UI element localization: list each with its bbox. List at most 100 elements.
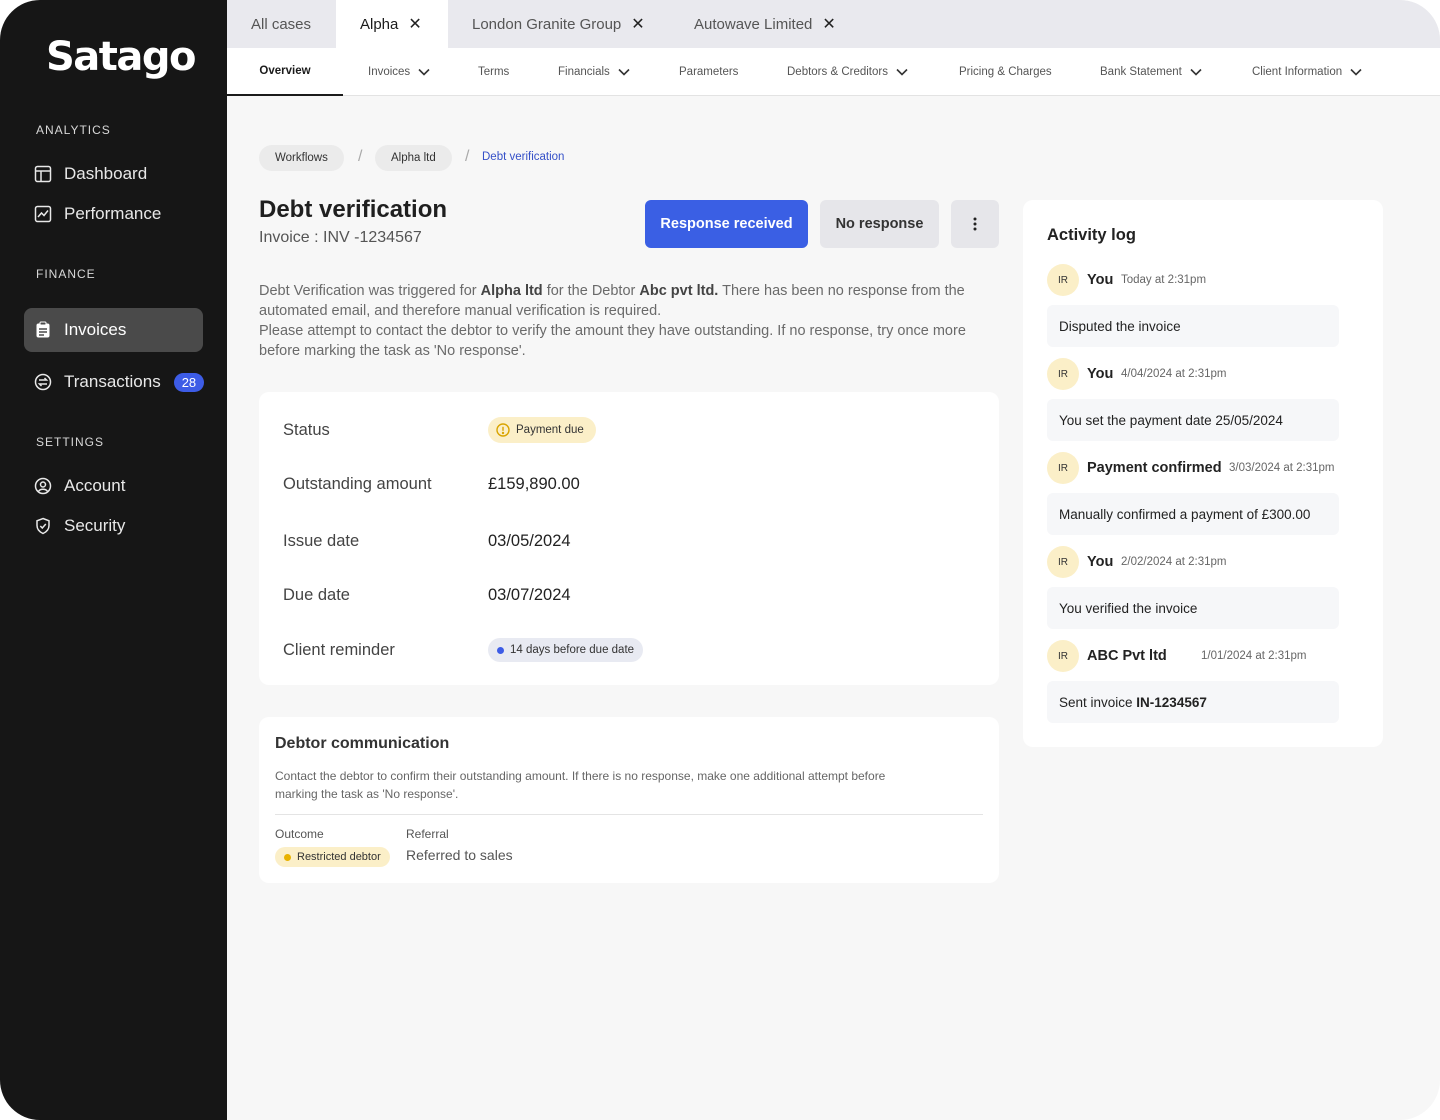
subnav-label: Overview [259, 65, 311, 77]
sidebar-item-security[interactable]: Security [24, 504, 203, 548]
subnav-label: Invoices [368, 66, 411, 78]
layout-icon [34, 165, 52, 183]
sidebar-item-dashboard[interactable]: Dashboard [24, 152, 203, 196]
sidebar-item-performance[interactable]: Performance [24, 192, 203, 236]
subnav-terms[interactable]: Terms [478, 48, 509, 96]
log-entry-author: ABC Pvt ltd [1087, 648, 1167, 664]
sidebar-item-label: Dashboard [64, 164, 148, 183]
avatar: IR [1047, 264, 1079, 296]
brand-logo[interactable]: Satago [46, 34, 197, 80]
log-entry-author: You [1087, 366, 1114, 382]
activity-log-title: Activity log [1047, 226, 1136, 244]
status-badge-label: Payment due [516, 424, 584, 436]
sidebar-item-label: Performance [64, 204, 162, 223]
close-icon[interactable]: ✕ [408, 14, 421, 34]
subnav-bank-statement[interactable]: Bank Statement [1100, 48, 1202, 96]
log-entry-message: Manually confirmed a payment of £300.00 [1047, 493, 1339, 535]
subnav-label: Debtors & Creditors [787, 66, 888, 78]
sidebar-item-transactions[interactable]: Transactions 28 [24, 360, 205, 404]
outcome-dot-icon [284, 853, 291, 861]
log-entry-author: You [1087, 272, 1114, 288]
case-tab-bar: All cases Alpha ✕ London Granite Group ✕… [227, 0, 1440, 48]
description-instruction: Please attempt to contact the debtor to … [259, 323, 966, 359]
breadcrumb-workflows[interactable]: Workflows [259, 145, 344, 171]
subnav-debtors-creditors[interactable]: Debtors & Creditors [787, 48, 908, 96]
log-entry-time: 3/03/2024 at 2:31pm [1229, 462, 1335, 474]
sidebar-item-invoices[interactable]: Invoices [24, 308, 203, 352]
referral-label: Referral [406, 827, 449, 841]
no-response-button[interactable]: No response [820, 200, 939, 248]
referral-value: Referred to sales [406, 847, 513, 863]
sidebar: Satago ANALYTICS Dashboard Performance F… [0, 0, 227, 1120]
section-label-analytics: ANALYTICS [36, 123, 111, 137]
subnav-pricing-charges[interactable]: Pricing & Charges [959, 48, 1052, 96]
tab-label: All cases [251, 15, 312, 33]
status-label: Status [283, 421, 330, 439]
breadcrumb-current: Debt verification [482, 151, 565, 163]
outcome-label: Outcome [275, 827, 324, 841]
tab-alpha[interactable]: Alpha ✕ [336, 0, 448, 48]
invoice-subtitle: Invoice : INV -1234567 [259, 229, 422, 246]
client-reminder-value: 14 days before due date [510, 644, 635, 656]
avatar: IR [1047, 358, 1079, 390]
warning-icon [496, 423, 510, 437]
chevron-down-icon [896, 68, 908, 76]
debtor-communication-title: Debtor communication [275, 735, 450, 752]
tab-label: London Granite Group [472, 15, 622, 33]
sidebar-item-label: Invoices [64, 320, 127, 339]
page-title: Debt verification [259, 196, 448, 223]
chevron-down-icon [1350, 68, 1362, 76]
sidebar-item-label: Account [64, 476, 126, 495]
outstanding-amount-label: Outstanding amount [283, 475, 432, 493]
tab-all-cases[interactable]: All cases [227, 0, 336, 48]
subnav-parameters[interactable]: Parameters [679, 48, 738, 96]
log-entry-author: You [1087, 554, 1114, 570]
avatar: IR [1047, 640, 1079, 672]
tab-label: Alpha [360, 15, 399, 33]
description-text: Debt Verification was triggered for [259, 283, 481, 299]
log-entry-message: You verified the invoice [1047, 587, 1339, 629]
clipboard-icon [34, 321, 52, 339]
due-date-value: 03/07/2024 [488, 586, 571, 604]
avatar: IR [1047, 546, 1079, 578]
outstanding-amount-value: £159,890.00 [488, 475, 580, 493]
task-description: Debt Verification was triggered for Alph… [259, 281, 999, 361]
issue-date-label: Issue date [283, 532, 360, 550]
log-entry-time: 2/02/2024 at 2:31pm [1121, 556, 1227, 568]
breadcrumb-separator: / [358, 148, 363, 165]
avatar: IR [1047, 452, 1079, 484]
description-debtor: Abc pvt ltd. [639, 283, 719, 299]
subnav-label: Terms [478, 66, 510, 78]
section-label-finance: FINANCE [36, 267, 96, 281]
kebab-menu-icon [973, 217, 977, 231]
sidebar-item-label: Security [64, 516, 126, 535]
log-entry-message: Sent invoice IN-1234567 [1047, 681, 1339, 723]
debtor-communication-text: Contact the debtor to confirm their outs… [275, 769, 886, 801]
case-subnav: Overview Invoices Terms Financials Param… [227, 48, 1440, 96]
subnav-overview[interactable]: Overview [227, 48, 343, 96]
tab-london-granite-group[interactable]: London Granite Group ✕ [448, 0, 670, 48]
exchange-icon [34, 373, 52, 391]
log-entry-message: Disputed the invoice [1047, 305, 1339, 347]
transactions-count-badge: 28 [173, 372, 205, 392]
close-icon[interactable]: ✕ [631, 14, 644, 34]
sidebar-item-account[interactable]: Account [24, 464, 203, 508]
response-received-button[interactable]: Response received [645, 200, 808, 248]
more-options-button[interactable] [951, 200, 999, 248]
tab-autowave-limited[interactable]: Autowave Limited ✕ [670, 0, 870, 48]
subnav-client-information[interactable]: Client Information [1252, 48, 1362, 96]
status-badge: Payment due [488, 417, 596, 443]
close-icon[interactable]: ✕ [822, 14, 835, 34]
breadcrumb-separator: / [465, 148, 470, 165]
log-message-invoice-ref: IN-1234567 [1136, 694, 1207, 710]
subnav-invoices[interactable]: Invoices [368, 48, 430, 96]
subnav-label: Client Information [1252, 66, 1343, 78]
log-entry-message: You set the payment date 25/05/2024 [1047, 399, 1339, 441]
subnav-financials[interactable]: Financials [558, 48, 630, 96]
log-entry-time: Today at 2:31pm [1121, 274, 1207, 286]
client-reminder-label: Client reminder [283, 641, 395, 659]
description-text: for the Debtor [542, 283, 640, 299]
tab-label: Autowave Limited [694, 15, 813, 33]
outcome-value: Restricted debtor [297, 851, 381, 863]
breadcrumb-alpha-ltd[interactable]: Alpha ltd [375, 145, 452, 171]
